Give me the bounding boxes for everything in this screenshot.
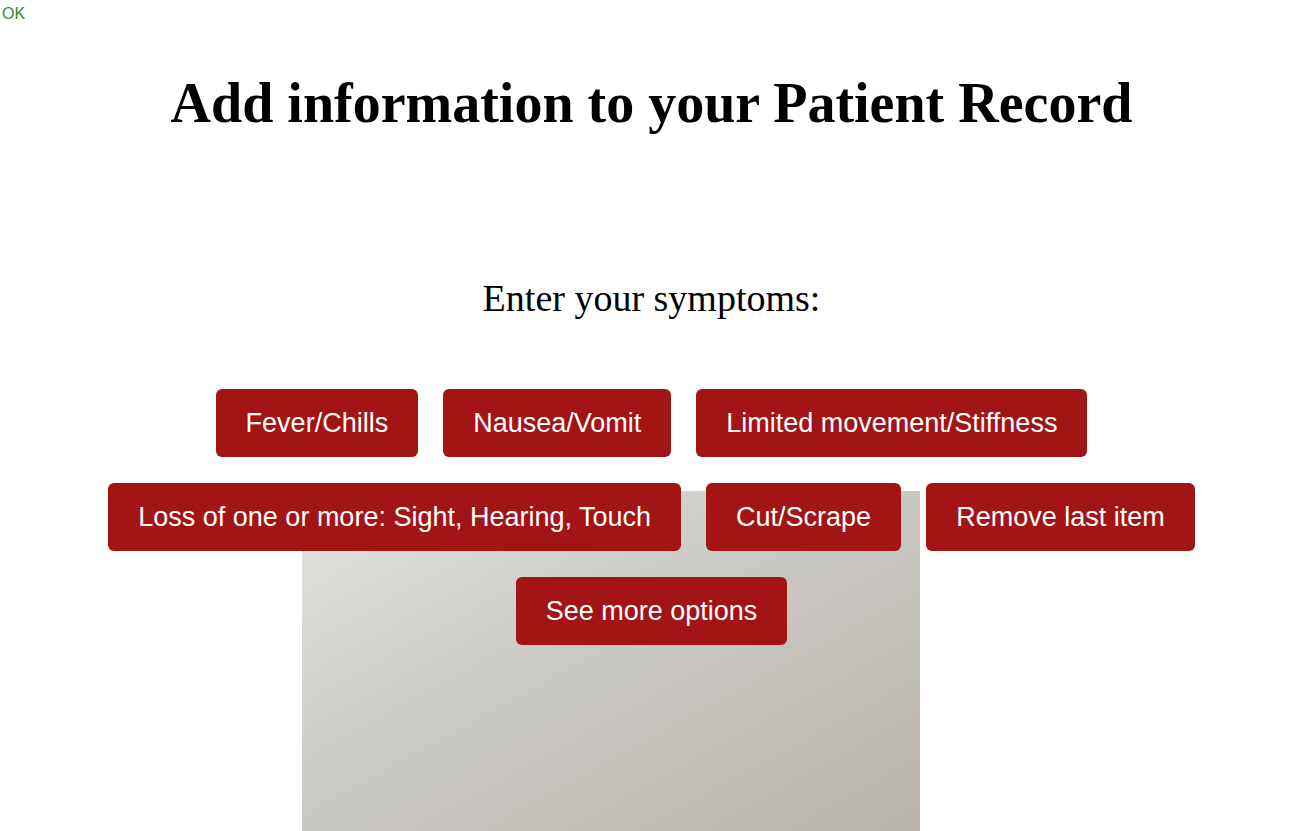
symptoms-prompt: Enter your symptoms: bbox=[0, 276, 1303, 320]
symptom-button[interactable]: Loss of one or more: Sight, Hearing, Tou… bbox=[108, 483, 681, 551]
symptom-button[interactable]: Cut/Scrape bbox=[706, 483, 901, 551]
symptom-button[interactable]: Limited movement/Stiffness bbox=[696, 389, 1087, 457]
symptom-button[interactable]: Remove last item bbox=[926, 483, 1195, 551]
patient-record-page: OK Add information to your Patient Record… bbox=[0, 0, 1303, 831]
symptom-button[interactable]: Fever/Chills bbox=[216, 389, 419, 457]
symptom-button[interactable]: See more options bbox=[516, 577, 788, 645]
status-text: OK bbox=[0, 0, 1303, 24]
symptom-buttons: Fever/Chills Nausea/Vomit Limited movement… bbox=[0, 389, 1303, 645]
symptom-button[interactable]: Nausea/Vomit bbox=[443, 389, 671, 457]
page-title: Add information to your Patient Record bbox=[0, 71, 1303, 135]
options-area: Fever/Chills Nausea/Vomit Limited movement… bbox=[0, 389, 1303, 645]
